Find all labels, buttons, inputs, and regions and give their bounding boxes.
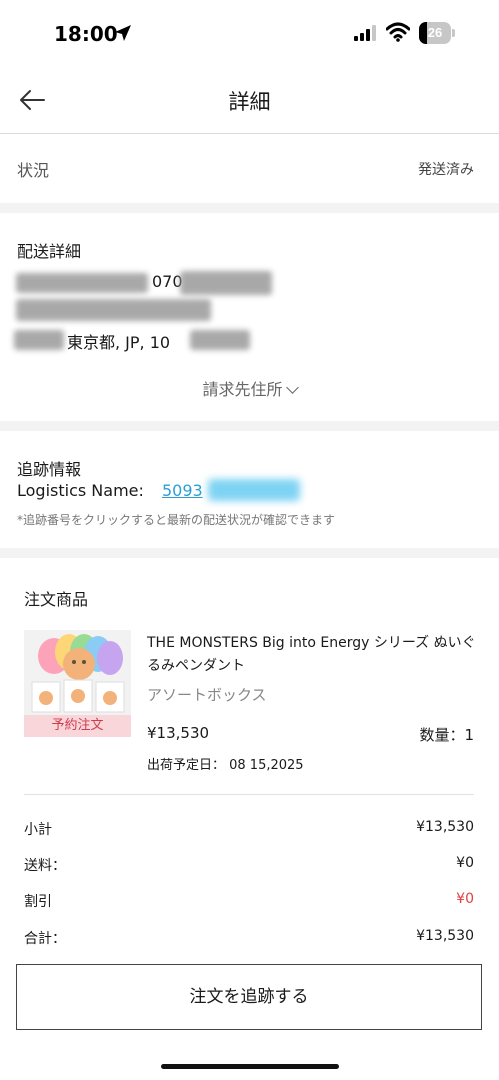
order-status-value: 発送済み — [418, 162, 474, 178]
redacted-address-prefix — [14, 330, 64, 350]
order-status-label: 状況 — [17, 161, 50, 180]
product-name[interactable]: THE MONSTERS Big into Energy シリーズ ぬいぐるみペ… — [147, 632, 482, 678]
page-title: 詳細 — [228, 90, 271, 114]
signal-icon — [354, 25, 376, 41]
section-separator — [0, 548, 499, 558]
ship-date: 出荷予定日： 08 15,2025 — [147, 758, 304, 773]
preorder-badge: 予約注文 — [24, 715, 131, 737]
location-arrow-icon — [115, 25, 131, 41]
total-value: ¥13,530 — [416, 928, 474, 944]
discount-label: 割引 — [24, 894, 52, 910]
product-price: ¥13,530 — [147, 724, 210, 742]
product-quantity: 数量：1 — [419, 726, 474, 744]
address-fragment: 東京都, JP, 10 — [67, 333, 171, 352]
track-order-button[interactable]: 注文を追跡する — [16, 964, 482, 1030]
shipping-fee-value: ¥0 — [456, 855, 474, 871]
tracking-title: 追跡情報 — [17, 460, 82, 479]
billing-address-toggle[interactable]: 請求先住所 — [0, 376, 499, 400]
phone-fragment: 070 — [152, 272, 183, 291]
redacted-phone — [180, 271, 272, 295]
subtotal-value: ¥13,530 — [416, 819, 474, 835]
section-separator — [0, 421, 499, 431]
billing-address-label: 請求先住所 — [202, 380, 283, 399]
product-image[interactable]: 予約注文 — [24, 630, 131, 737]
divider — [24, 794, 474, 795]
redacted-address-line — [16, 299, 211, 321]
logistics-name-label: Logistics Name: — [17, 481, 144, 500]
discount-value: ¥0 — [456, 891, 474, 907]
redacted-name — [16, 273, 148, 293]
product-illustration — [24, 630, 131, 715]
shipping-title: 配送詳細 — [17, 242, 82, 261]
home-indicator — [161, 1064, 339, 1069]
redacted-postal — [190, 330, 250, 350]
header: 詳細 — [0, 66, 499, 134]
wifi-icon — [386, 22, 410, 42]
section-separator — [0, 203, 499, 213]
status-bar: 18:00 26 — [0, 0, 499, 66]
subtotal-label: 小計 — [24, 822, 52, 838]
chevron-down-icon — [285, 381, 299, 394]
redacted-tracking-number — [208, 479, 300, 501]
tracking-number-link[interactable]: 5093 — [162, 481, 203, 500]
product-variant: アソートボックス — [147, 686, 267, 704]
shipping-fee-label: 送料： — [24, 858, 66, 874]
battery-icon: 26 — [419, 22, 455, 44]
tracking-note: *追跡番号をクリックすると最新の配送状況が確認できます — [17, 513, 336, 527]
total-label: 合計： — [24, 931, 66, 947]
status-time: 18:00 — [54, 22, 118, 46]
battery-percent: 26 — [427, 25, 443, 40]
order-items-title: 注文商品 — [24, 590, 89, 609]
